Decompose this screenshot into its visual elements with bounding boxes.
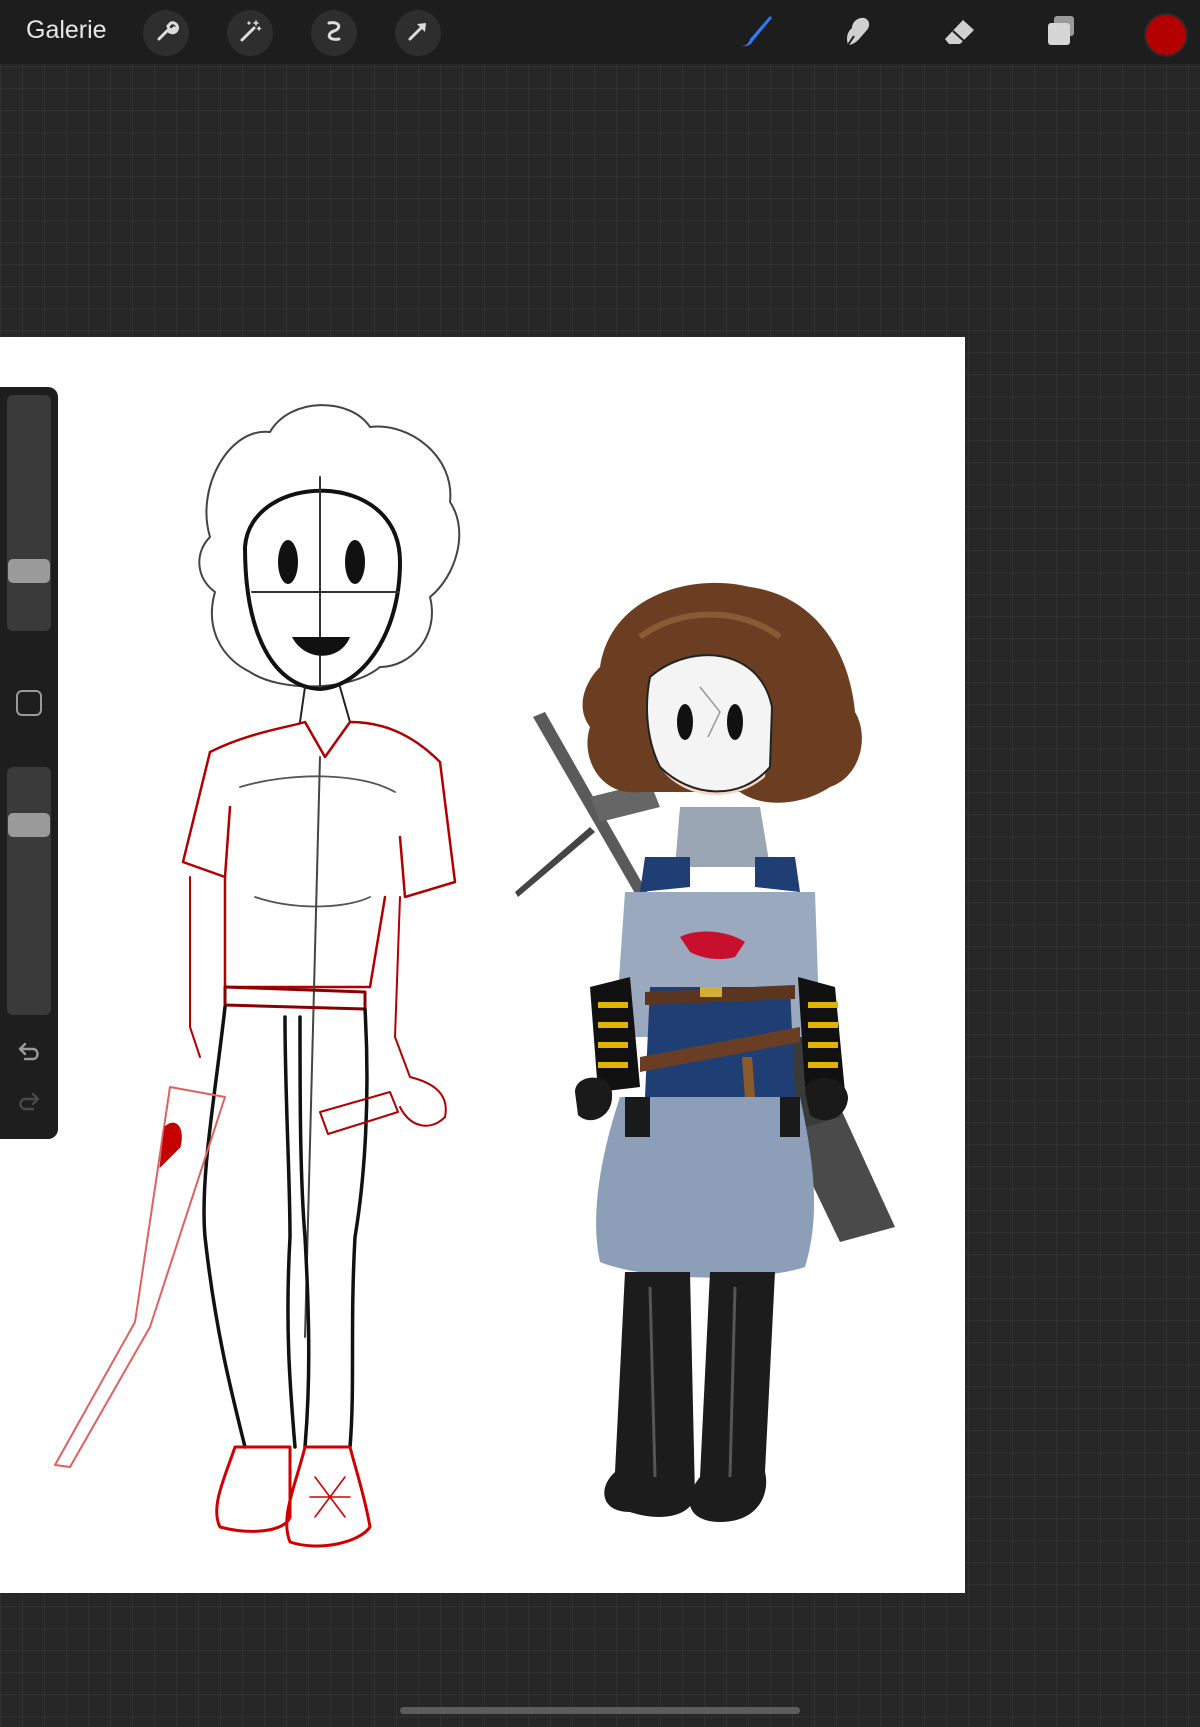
brush-size-thumb[interactable]: [8, 559, 50, 584]
brush-size-slider[interactable]: [7, 395, 51, 631]
sidebar-panel: [0, 387, 58, 1139]
top-toolbar: Galerie: [0, 0, 1200, 64]
layers-button[interactable]: [1038, 10, 1084, 56]
drawing-canvas[interactable]: [0, 337, 965, 1593]
brush-tool-button[interactable]: [732, 10, 778, 56]
home-indicator[interactable]: [400, 1707, 800, 1714]
modify-button[interactable]: [16, 690, 42, 716]
sketch-figure: [54, 404, 461, 1548]
layers-icon: [1038, 8, 1084, 59]
color-picker-button[interactable]: [1144, 13, 1188, 57]
actions-button[interactable]: [143, 10, 189, 56]
brush-icon: [732, 8, 778, 59]
artwork: [54, 404, 895, 1548]
opacity-slider[interactable]: [7, 767, 51, 1015]
gallery-button[interactable]: Galerie: [26, 16, 107, 45]
redo-button[interactable]: [13, 1087, 45, 1119]
wrench-icon: [153, 18, 179, 49]
adjustments-button[interactable]: [227, 10, 273, 56]
transform-arrow-icon: [405, 18, 431, 49]
redo-icon: [13, 1092, 45, 1123]
magic-wand-icon: [237, 18, 263, 49]
transform-button[interactable]: [395, 10, 441, 56]
undo-button[interactable]: [13, 1037, 45, 1069]
colored-character: [515, 582, 895, 1522]
smudge-icon: [834, 8, 880, 59]
smudge-tool-button[interactable]: [834, 10, 880, 56]
selection-icon: [321, 18, 347, 49]
opacity-thumb[interactable]: [8, 813, 50, 837]
eraser-tool-button[interactable]: [936, 10, 982, 56]
eraser-icon: [936, 8, 982, 59]
selection-button[interactable]: [311, 10, 357, 56]
undo-icon: [13, 1042, 45, 1073]
